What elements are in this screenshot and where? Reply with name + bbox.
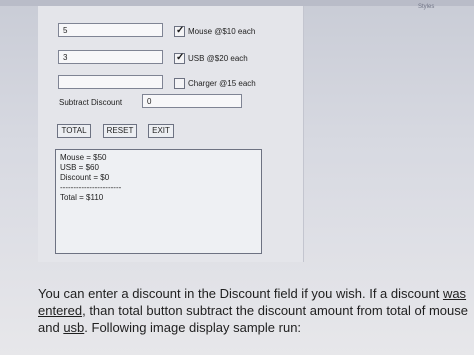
discount-input[interactable]: 0 [142,94,242,108]
discount-label: Subtract Discount [59,98,123,107]
instructions-paragraph: You can enter a discount in the Discount… [38,285,468,336]
instructions-text-1: You can enter a discount in the Discount… [38,286,443,301]
output-usb-line: USB = $60 [60,163,99,172]
instructions-text-5: usb [63,320,85,335]
usb-qty-input[interactable]: 3 [58,50,163,64]
output-separator: ----------------------- [60,183,122,192]
total-button[interactable]: TOTAL [57,124,91,138]
charger-checkbox-label: Charger @15 each [188,79,256,88]
mouse-qty-input[interactable]: 5 [58,23,163,37]
styles-label: Styles [418,4,435,10]
output-textarea[interactable]: Mouse = $50 USB = $60 Discount = $0 ----… [55,149,262,254]
usb-checkbox[interactable] [174,52,185,64]
usb-checkbox-label: USB @$20 each [188,54,248,63]
output-mouse-line: Mouse = $50 [60,153,107,162]
mouse-checkbox-label: Mouse @$10 each [188,27,256,36]
instructions-text-2: was [442,286,467,301]
charger-checkbox[interactable] [174,78,185,89]
output-total-line: Total = $110 [60,193,104,202]
charger-qty-input[interactable] [58,75,163,89]
reset-button[interactable]: RESET [103,124,137,138]
instructions-text-3: entered [38,303,83,318]
instructions-text-6: . Following image display sample run: [84,320,302,335]
exit-button[interactable]: EXIT [148,124,174,138]
mouse-checkbox[interactable] [174,25,185,37]
output-discount-line: Discount = $0 [60,173,110,182]
